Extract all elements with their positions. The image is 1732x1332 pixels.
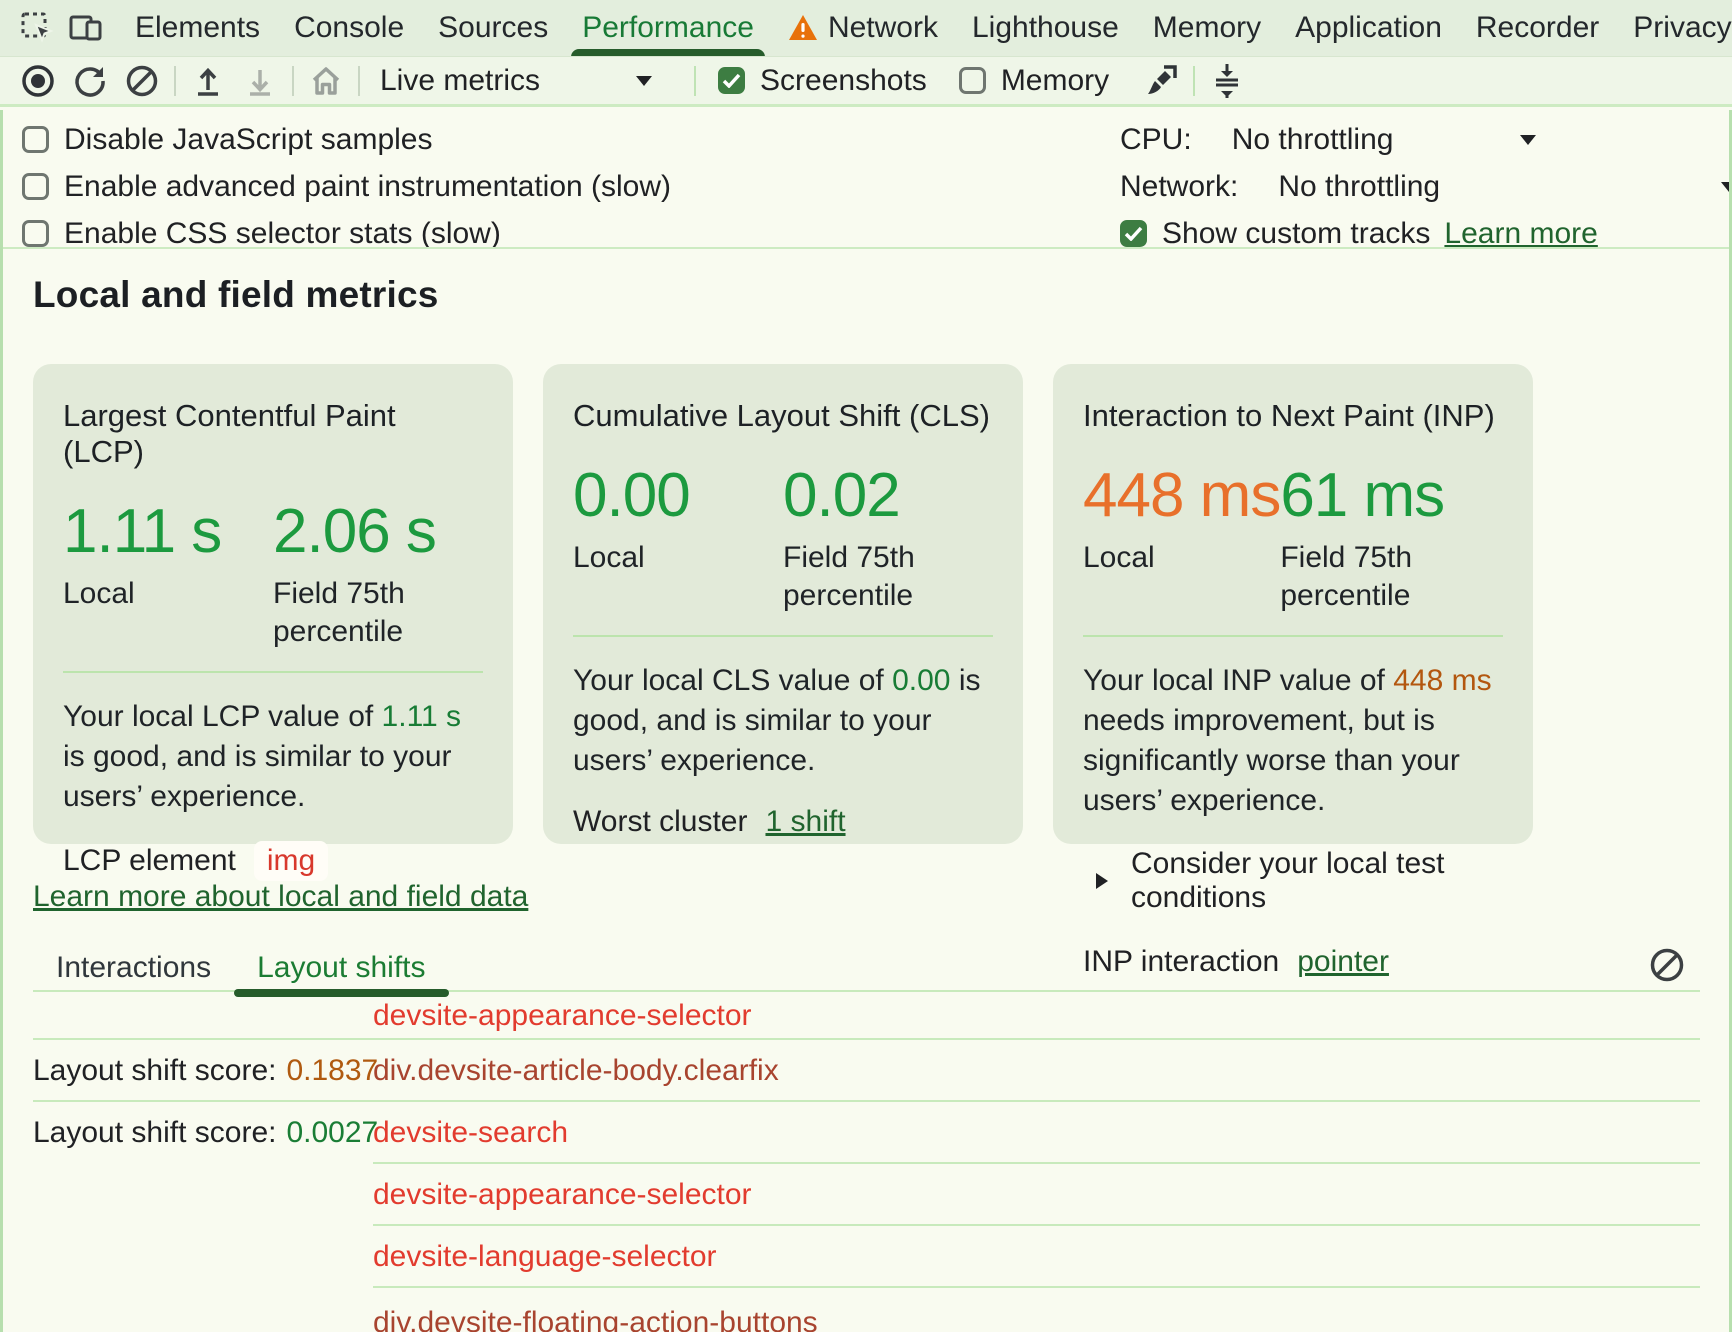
card-divider: [1083, 635, 1503, 637]
inp-local-label: Local: [1083, 539, 1280, 577]
devtools-performance-panel: Elements Console Sources Performance Net…: [0, 0, 1732, 1332]
score-value: 0.0027: [286, 1116, 378, 1150]
chevron-down-icon[interactable]: [618, 59, 670, 103]
layout-shifts-table: devsite-appearance-selector Layout shift…: [33, 992, 1700, 1332]
chevron-down-icon: [1519, 134, 1537, 146]
card-divider: [63, 671, 483, 673]
performance-toolbar: Live metrics Screenshots Memory: [0, 57, 1732, 107]
device-toolbar-icon[interactable]: [68, 11, 104, 45]
toolbar-divider: [292, 66, 294, 96]
tab-privacy-sandbox[interactable]: Privacy Sandbox: [1616, 0, 1732, 57]
checkmark-icon: [1120, 220, 1147, 247]
logs-subtabs: Interactions Layout shifts: [33, 944, 1700, 992]
tab-layout-shifts[interactable]: Layout shifts: [234, 944, 448, 992]
cls-card-title: Cumulative Layout Shift (CLS): [573, 398, 993, 434]
inp-description: Your local INP value of 448 ms needs imp…: [1083, 661, 1503, 821]
local-test-conditions-disclosure[interactable]: Consider your local test conditions: [1083, 847, 1503, 915]
toolbar-divider: [694, 66, 696, 96]
element-link[interactable]: devsite-search: [373, 1116, 568, 1150]
download-icon[interactable]: [234, 59, 286, 103]
worst-cluster-link[interactable]: 1 shift: [765, 805, 845, 839]
advanced-paint-checkbox[interactable]: Enable advanced paint instrumentation (s…: [22, 163, 671, 210]
block-icon[interactable]: [1648, 946, 1686, 984]
devtools-tabbar: Elements Console Sources Performance Net…: [0, 0, 1732, 57]
score-label: Layout shift score:: [33, 1054, 276, 1088]
page-title: Local and field metrics: [33, 274, 1732, 316]
table-row[interactable]: Layout shift score: 0.1837 div.devsite-a…: [33, 1040, 1700, 1102]
lcp-field-label: Field 75th percentile: [273, 575, 483, 651]
live-metrics-view: Local and field metrics Largest Contentf…: [0, 249, 1732, 1332]
lcp-local-label: Local: [63, 575, 273, 613]
toolbar-divider: [1193, 66, 1195, 96]
network-throttling-select[interactable]: Network: No throttling: [1120, 163, 1732, 210]
score-value: 0.1837: [286, 1054, 378, 1088]
table-row[interactable]: div.devsite-floating-action-buttons: [33, 1288, 1700, 1332]
cls-description: Your local CLS value of 0.00 is good, an…: [573, 661, 993, 781]
element-link[interactable]: devsite-appearance-selector: [373, 1178, 752, 1212]
clear-icon[interactable]: [116, 59, 168, 103]
disclosure-triangle-icon: [1095, 872, 1109, 890]
tab-console[interactable]: Console: [277, 0, 421, 57]
score-label: Layout shift score:: [33, 1116, 276, 1150]
lcp-card-title: Largest Contentful Paint (LCP): [63, 398, 483, 470]
inp-local-value: 448 ms: [1083, 460, 1280, 531]
cls-field-value: 0.02: [783, 460, 993, 531]
element-link[interactable]: div.devsite-floating-action-buttons: [373, 1306, 818, 1332]
checkmark-icon: [718, 67, 745, 94]
element-link[interactable]: devsite-appearance-selector: [373, 999, 752, 1033]
table-row[interactable]: devsite-appearance-selector: [33, 992, 1700, 1040]
home-icon[interactable]: [300, 59, 352, 103]
lcp-element-label: LCP element: [63, 844, 236, 878]
toolbar-divider: [174, 66, 176, 96]
tab-elements[interactable]: Elements: [118, 0, 277, 57]
lcp-card: Largest Contentful Paint (LCP) 1.11 s Lo…: [33, 364, 513, 844]
tab-sources[interactable]: Sources: [421, 0, 565, 57]
inp-card-title: Interaction to Next Paint (INP): [1083, 398, 1503, 434]
collapse-icon[interactable]: [1201, 59, 1253, 103]
metric-cards: Largest Contentful Paint (LCP) 1.11 s Lo…: [33, 364, 1732, 844]
worst-cluster-label: Worst cluster: [573, 805, 747, 839]
tab-memory[interactable]: Memory: [1136, 0, 1278, 57]
element-link[interactable]: devsite-language-selector: [373, 1240, 717, 1274]
tab-recorder[interactable]: Recorder: [1459, 0, 1616, 57]
inspect-icon[interactable]: [20, 11, 54, 45]
tab-performance[interactable]: Performance: [565, 0, 771, 57]
memory-checkbox[interactable]: Memory: [959, 64, 1109, 98]
warning-icon: [788, 14, 818, 42]
show-custom-tracks-checkbox[interactable]: Show custom tracks: [1120, 217, 1430, 251]
tab-application[interactable]: Application: [1278, 0, 1459, 57]
card-divider: [573, 635, 993, 637]
tab-lighthouse[interactable]: Lighthouse: [955, 0, 1136, 57]
cls-local-label: Local: [573, 539, 783, 577]
lcp-local-value: 1.11 s: [63, 496, 273, 567]
inp-field-value: 61 ms: [1280, 460, 1503, 531]
lcp-field-value: 2.06 s: [273, 496, 483, 567]
inp-card: Interaction to Next Paint (INP) 448 ms L…: [1053, 364, 1533, 844]
screenshots-checkbox[interactable]: Screenshots: [718, 64, 927, 98]
table-row[interactable]: Layout shift score: 0.0027 devsite-searc…: [33, 1102, 1700, 1164]
lcp-element-chip[interactable]: img: [254, 841, 328, 881]
upload-icon[interactable]: [182, 59, 234, 103]
cls-field-label: Field 75th percentile: [783, 539, 993, 615]
disable-js-samples-checkbox[interactable]: Disable JavaScript samples: [22, 116, 671, 163]
table-row[interactable]: devsite-appearance-selector: [33, 1164, 1700, 1226]
table-row[interactable]: devsite-language-selector: [33, 1226, 1700, 1288]
capture-settings: Disable JavaScript samples Enable advanc…: [0, 110, 1732, 247]
panel-left-border: [0, 110, 3, 1332]
tab-network[interactable]: Network: [771, 0, 955, 57]
cls-card: Cumulative Layout Shift (CLS) 0.00 Local…: [543, 364, 1023, 844]
reload-icon[interactable]: [64, 59, 116, 103]
toolbar-divider: [358, 66, 360, 96]
cpu-throttling-select[interactable]: CPU: No throttling: [1120, 116, 1732, 163]
element-link[interactable]: div.devsite-article-body.clearfix: [373, 1054, 779, 1088]
record-icon[interactable]: [12, 59, 64, 103]
gc-brush-icon[interactable]: [1135, 59, 1187, 103]
cls-local-value: 0.00: [573, 460, 783, 531]
live-metrics-select[interactable]: Live metrics: [380, 64, 540, 98]
custom-tracks-learn-more-link[interactable]: Learn more: [1444, 217, 1597, 251]
tab-interactions[interactable]: Interactions: [33, 944, 234, 992]
inp-field-label: Field 75th percentile: [1280, 539, 1490, 615]
local-field-data-learn-more-link[interactable]: Learn more about local and field data: [33, 880, 528, 914]
lcp-description: Your local LCP value of 1.11 s is good, …: [63, 697, 483, 817]
